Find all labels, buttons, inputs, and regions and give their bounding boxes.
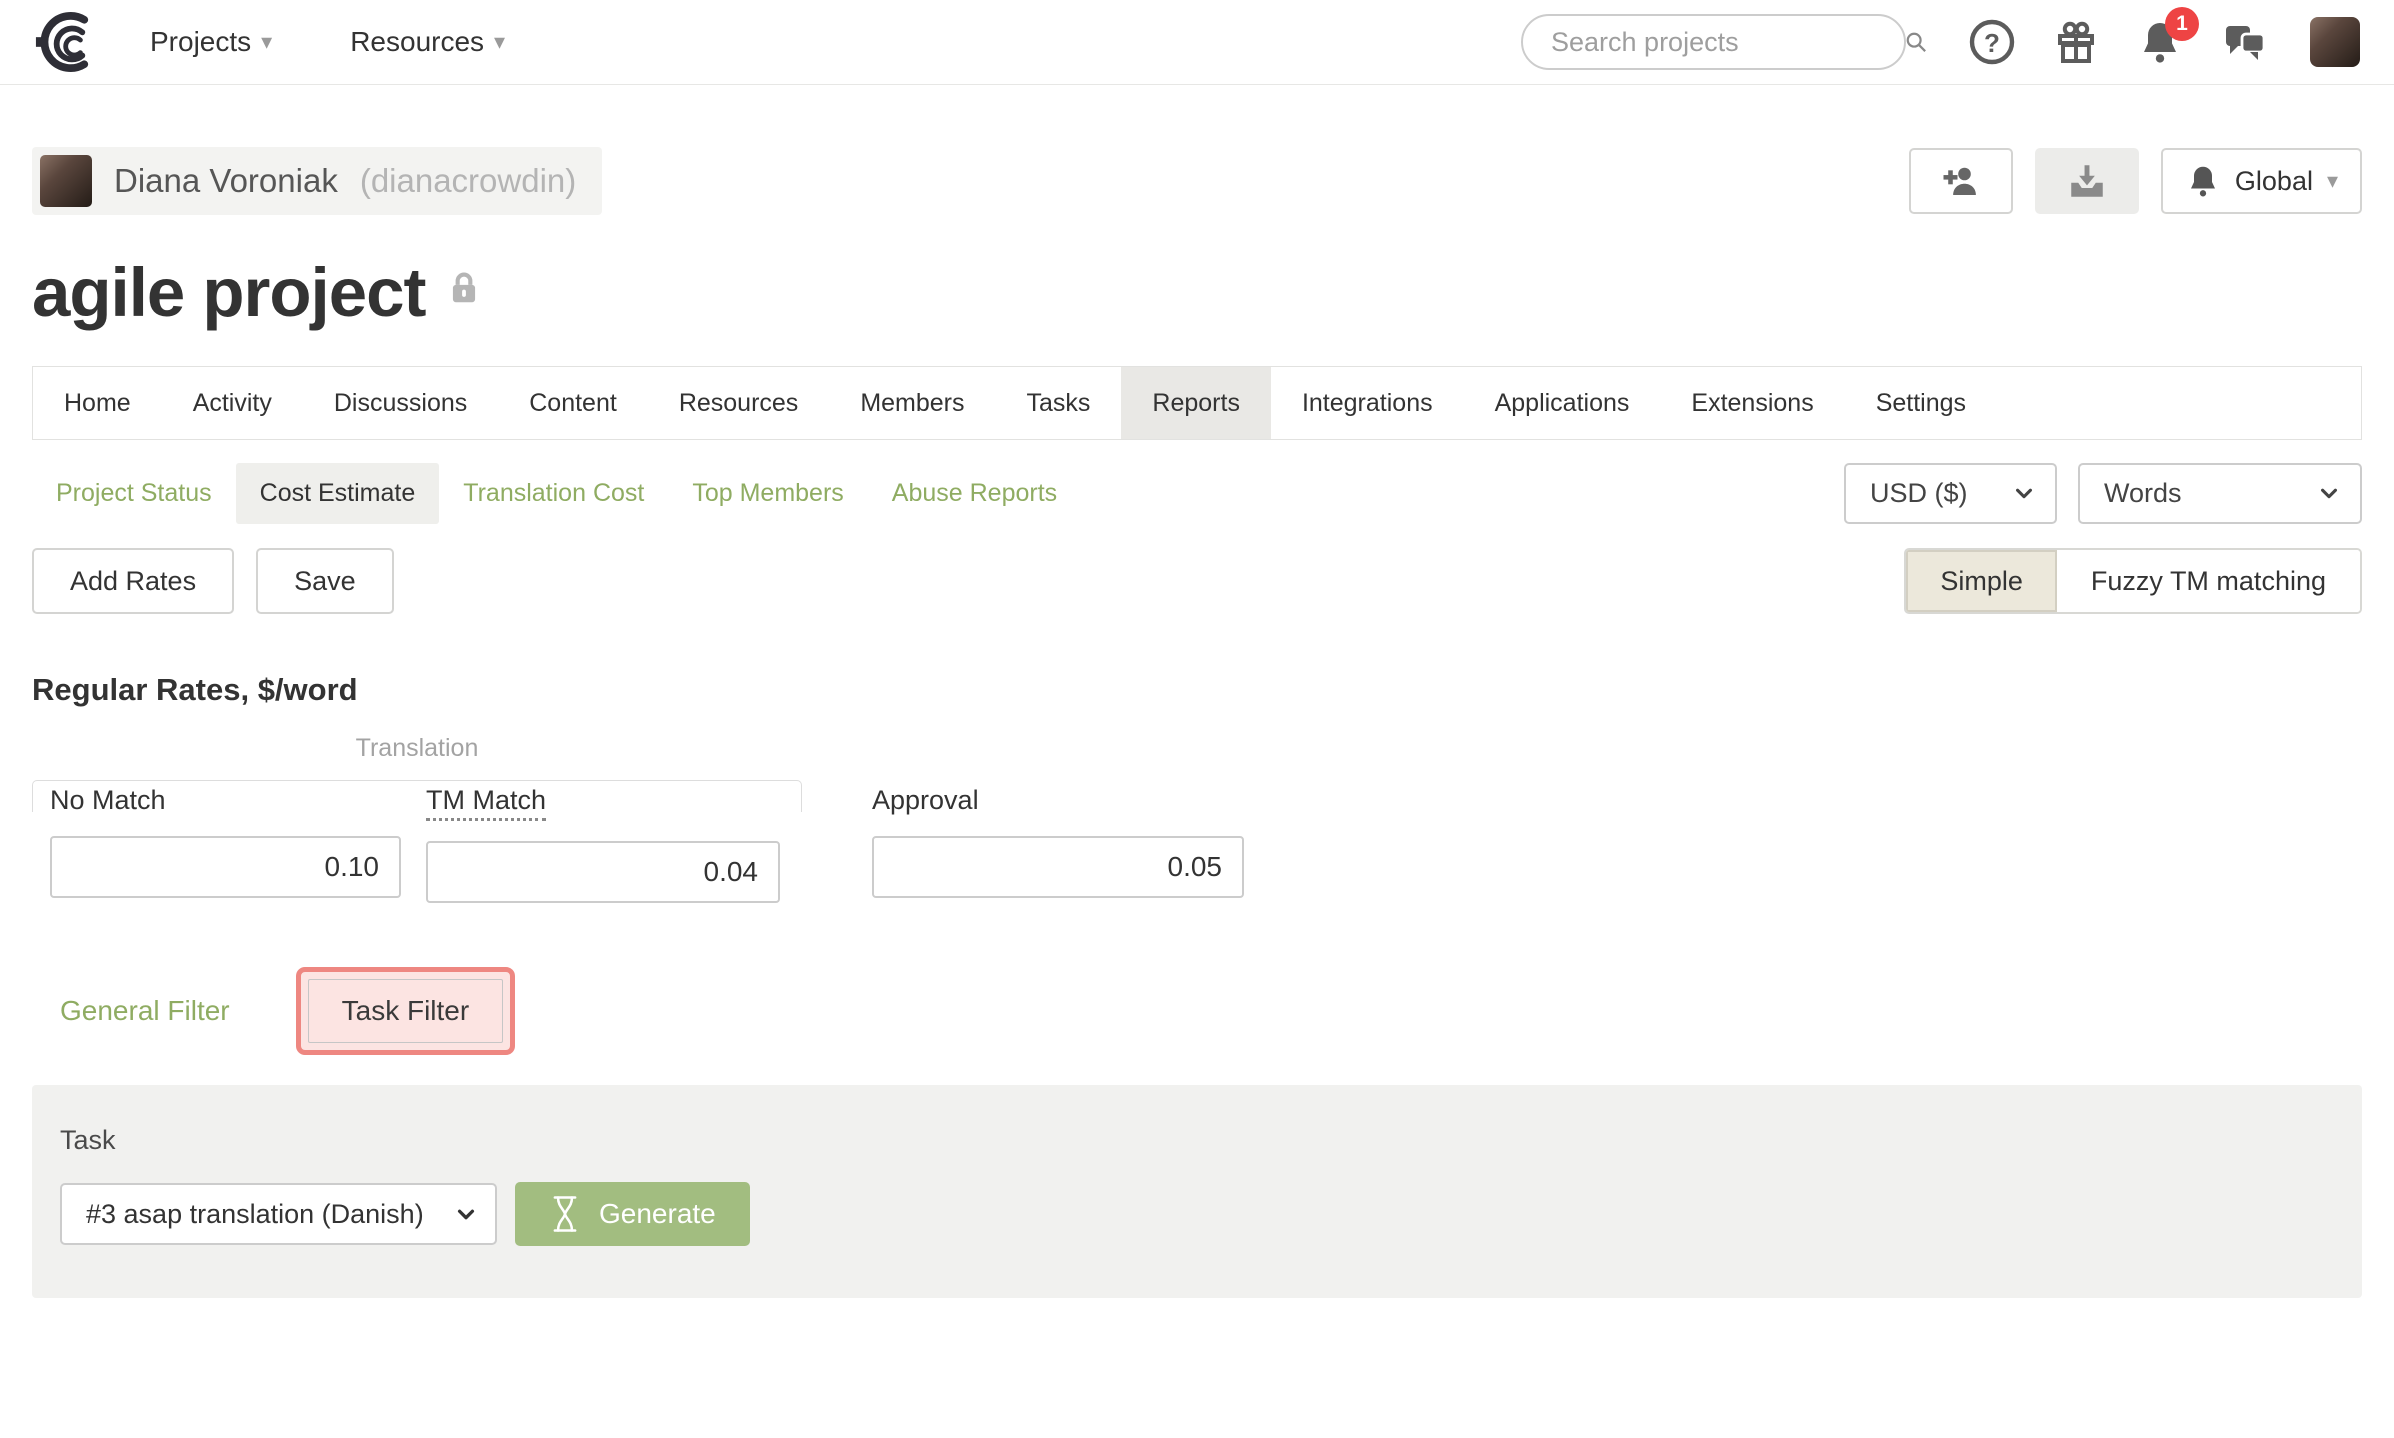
search-input[interactable] bbox=[1551, 26, 1905, 58]
general-filter-tab[interactable]: General Filter bbox=[60, 995, 230, 1027]
nav-projects-menu[interactable]: Projects ▾ bbox=[150, 26, 272, 58]
currency-select[interactable]: USD ($) bbox=[1844, 462, 2057, 524]
owner-actions: Global ▾ bbox=[1908, 148, 2362, 214]
approval-label: Approval bbox=[872, 785, 979, 815]
mode-simple-button[interactable]: Simple bbox=[1906, 550, 2057, 612]
nav-resources-label: Resources bbox=[350, 26, 485, 57]
mode-segmented-control: Simple Fuzzy TM matching bbox=[1904, 548, 2362, 614]
approval-input[interactable] bbox=[872, 836, 1244, 898]
crowdin-logo[interactable] bbox=[34, 12, 92, 72]
task-filter-highlight[interactable]: Task Filter bbox=[295, 967, 516, 1055]
reports-subtabs: Project Status Cost Estimate Translation… bbox=[32, 462, 2362, 524]
rate-field-approval: Approval bbox=[872, 785, 1244, 903]
subtab-project-status[interactable]: Project Status bbox=[32, 463, 236, 524]
project-tabbar: Home Activity Discussions Content Resour… bbox=[32, 366, 2362, 440]
top-navbar: Projects ▾ Resources ▾ ? bbox=[0, 0, 2394, 85]
tab-members[interactable]: Members bbox=[829, 367, 995, 439]
rates-area: Translation No Match TM Match Approval bbox=[32, 734, 2362, 903]
private-lock-icon bbox=[453, 272, 476, 303]
generate-label: Generate bbox=[599, 1198, 716, 1229]
chevron-down-icon bbox=[2321, 488, 2337, 499]
tab-discussions[interactable]: Discussions bbox=[303, 367, 498, 439]
unit-select[interactable]: Words bbox=[2078, 462, 2362, 524]
title-row: agile project bbox=[32, 253, 2362, 332]
task-panel: Task #3 asap translation (Danish) Genera… bbox=[32, 1085, 2362, 1298]
subtab-translation-cost[interactable]: Translation Cost bbox=[439, 463, 668, 524]
rate-field-tm-match: TM Match bbox=[426, 785, 780, 903]
tab-home[interactable]: Home bbox=[33, 367, 162, 439]
owner-row: Diana Voroniak (dianacrowdin) Global ▾ bbox=[32, 147, 2362, 215]
tm-match-label: TM Match bbox=[426, 785, 547, 821]
owner-name: Diana Voroniak bbox=[114, 162, 338, 199]
tab-integrations[interactable]: Integrations bbox=[1271, 367, 1464, 439]
nav-resources-menu[interactable]: Resources ▾ bbox=[350, 26, 505, 58]
hourglass-icon bbox=[553, 1196, 577, 1232]
tab-content[interactable]: Content bbox=[498, 367, 648, 439]
rates-grid: No Match TM Match Approval bbox=[32, 785, 2362, 903]
currency-value: USD ($) bbox=[1870, 477, 1968, 508]
messages-icon[interactable] bbox=[2219, 17, 2269, 67]
download-button[interactable] bbox=[2034, 148, 2139, 214]
task-select[interactable]: #3 asap translation (Danish) bbox=[60, 1183, 497, 1245]
tab-reports[interactable]: Reports bbox=[1121, 367, 1271, 439]
filter-tabs: General Filter Task Filter bbox=[32, 967, 2362, 1055]
chevron-down-icon: ▾ bbox=[261, 29, 273, 54]
task-select-value: #3 asap translation (Danish) bbox=[86, 1198, 424, 1229]
tab-tasks[interactable]: Tasks bbox=[996, 367, 1122, 439]
search-icon[interactable] bbox=[1905, 31, 1927, 53]
subtab-cost-estimate[interactable]: Cost Estimate bbox=[235, 462, 440, 524]
gift-icon[interactable] bbox=[2051, 17, 2101, 67]
invite-user-button[interactable] bbox=[1908, 148, 2013, 214]
tab-activity[interactable]: Activity bbox=[162, 367, 303, 439]
download-tray-icon bbox=[2071, 165, 2103, 197]
no-match-input[interactable] bbox=[50, 836, 401, 898]
task-filter-tab[interactable]: Task Filter bbox=[307, 979, 504, 1043]
rates-heading: Regular Rates, $/word bbox=[32, 672, 358, 707]
owner-avatar bbox=[40, 155, 92, 207]
unit-value: Words bbox=[2104, 477, 2182, 508]
no-match-label: No Match bbox=[50, 785, 166, 815]
translation-group-label: Translation bbox=[355, 734, 479, 762]
notifications-bell-icon[interactable]: 1 bbox=[2135, 7, 2199, 67]
page-title: agile project bbox=[32, 254, 426, 331]
add-user-icon bbox=[1943, 167, 1976, 195]
chevron-down-icon: ▾ bbox=[494, 29, 506, 54]
rates-toolbar: Add Rates Save Simple Fuzzy TM matching bbox=[32, 548, 2362, 614]
user-avatar[interactable] bbox=[2310, 17, 2360, 67]
tab-applications[interactable]: Applications bbox=[1464, 367, 1661, 439]
nav-projects-label: Projects bbox=[150, 26, 252, 57]
subtab-abuse-reports[interactable]: Abuse Reports bbox=[868, 463, 1081, 524]
tm-match-input[interactable] bbox=[426, 841, 780, 903]
generate-button[interactable]: Generate bbox=[515, 1182, 750, 1246]
owner-handle: (dianacrowdin) bbox=[359, 162, 577, 199]
bell-icon bbox=[2190, 166, 2215, 197]
project-search[interactable] bbox=[1521, 14, 1926, 70]
tab-extensions[interactable]: Extensions bbox=[1660, 367, 1844, 439]
tab-resources[interactable]: Resources bbox=[648, 367, 830, 439]
global-notifications-button[interactable]: Global ▾ bbox=[2160, 148, 2362, 214]
add-rates-button[interactable]: Add Rates bbox=[32, 548, 235, 614]
notification-badge: 1 bbox=[2165, 7, 2199, 41]
save-button[interactable]: Save bbox=[256, 548, 394, 614]
svg-text:?: ? bbox=[1984, 28, 2000, 58]
rate-field-no-match: No Match bbox=[50, 785, 401, 903]
subtab-top-members[interactable]: Top Members bbox=[668, 463, 867, 524]
task-controls: #3 asap translation (Danish) Generate bbox=[60, 1182, 2334, 1246]
global-label: Global bbox=[2234, 165, 2313, 196]
project-owner[interactable]: Diana Voroniak (dianacrowdin) bbox=[32, 147, 603, 215]
mode-fuzzy-button[interactable]: Fuzzy TM matching bbox=[2056, 550, 2360, 612]
page-content: Diana Voroniak (dianacrowdin) Global ▾ a… bbox=[0, 147, 2394, 1298]
chevron-down-icon: ▾ bbox=[2326, 168, 2338, 193]
help-icon[interactable]: ? bbox=[1967, 17, 2017, 67]
chevron-down-icon bbox=[2016, 488, 2032, 499]
chevron-down-icon bbox=[457, 1209, 475, 1220]
task-label: Task bbox=[60, 1125, 116, 1155]
tab-settings[interactable]: Settings bbox=[1845, 367, 1997, 439]
